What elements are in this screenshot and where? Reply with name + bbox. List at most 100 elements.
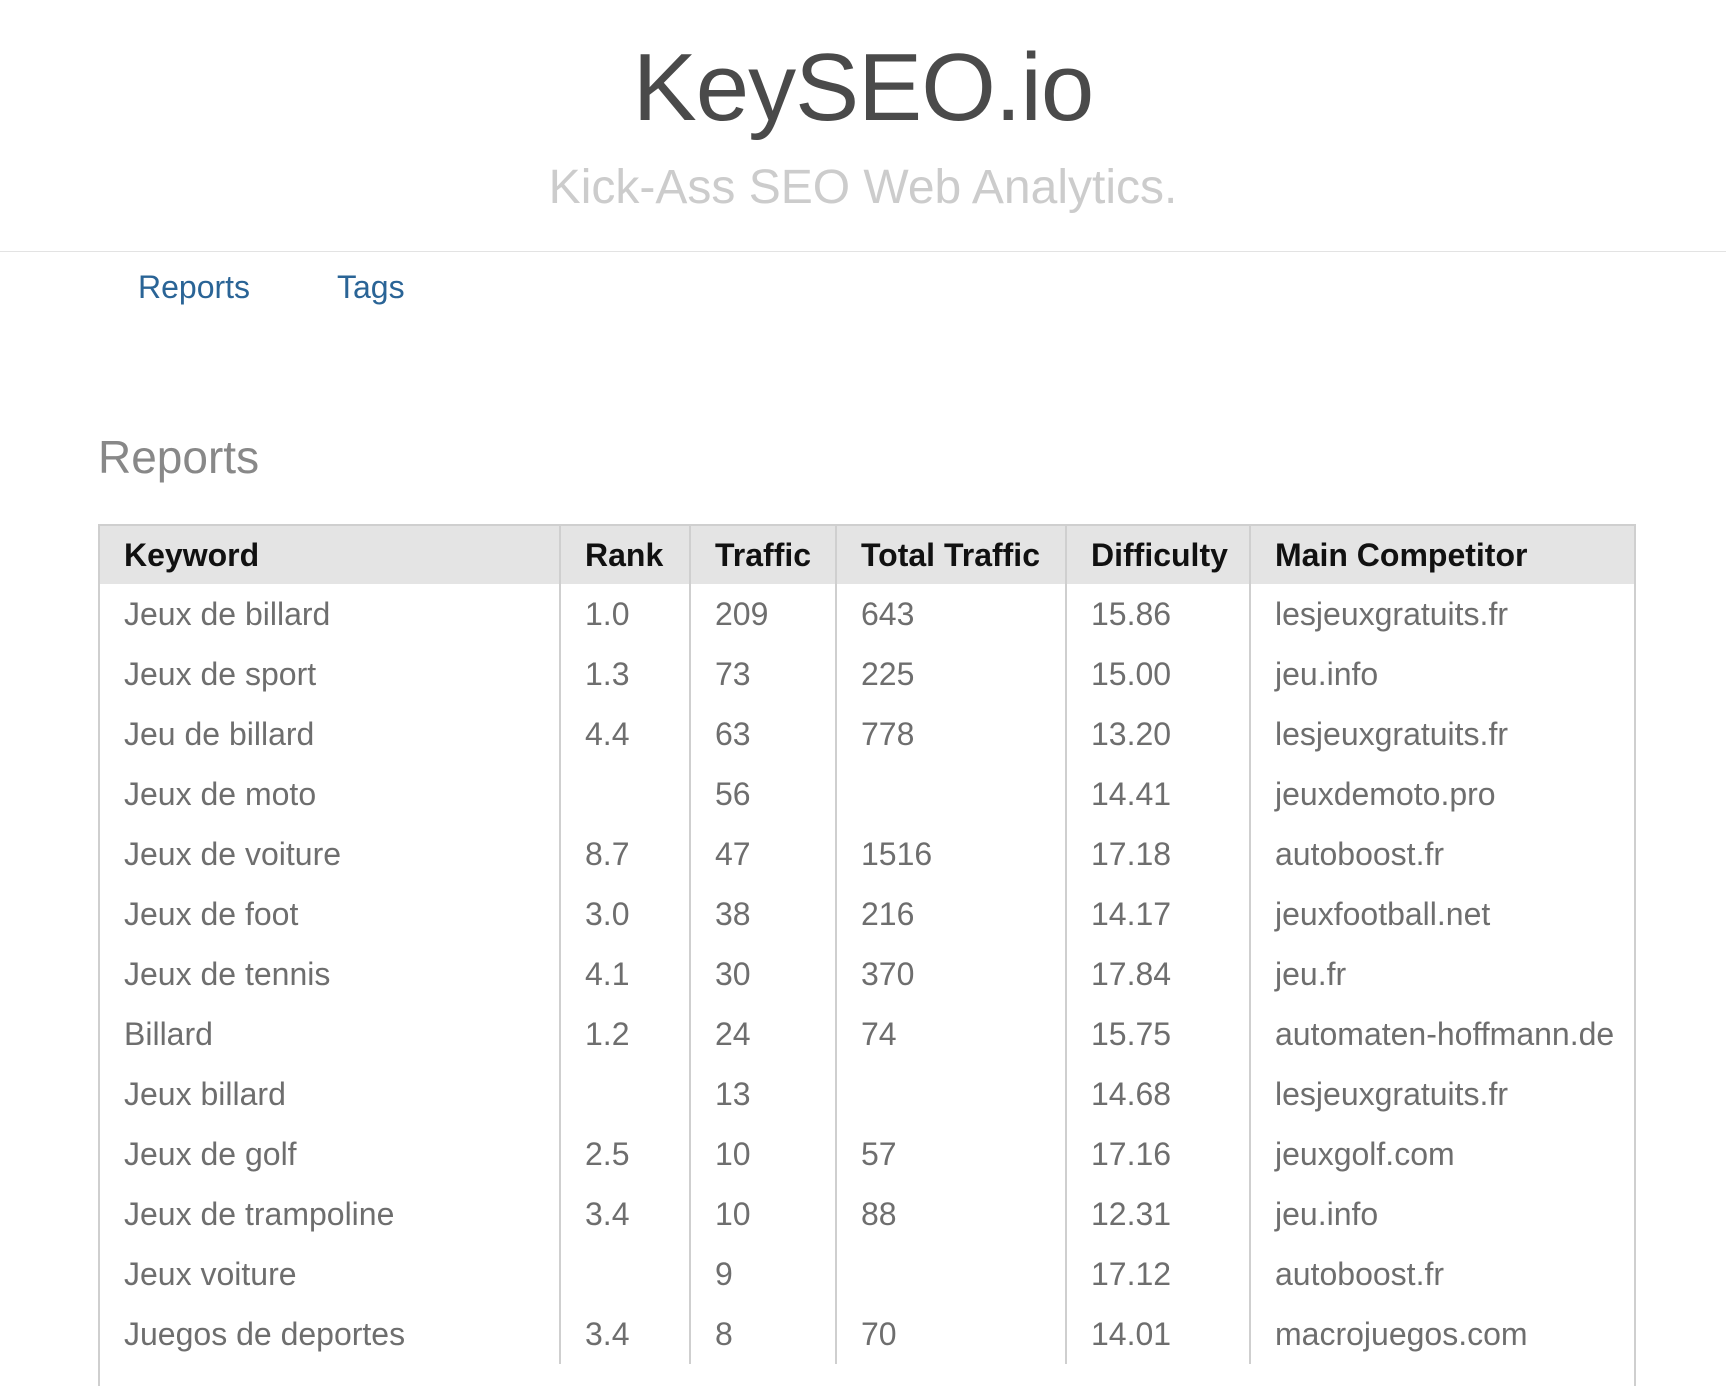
reports-table: Keyword Rank Traffic Total Traffic Diffi… xyxy=(100,526,1634,1364)
total-traffic-cell: 57 xyxy=(835,1124,1066,1184)
table-header-row: Keyword Rank Traffic Total Traffic Diffi… xyxy=(100,526,1634,584)
rank-cell: 3.4 xyxy=(559,1304,690,1364)
traffic-cell: 13 xyxy=(689,1064,836,1124)
competitor-cell: jeuxdemoto.pro xyxy=(1249,764,1634,824)
competitor-cell: jeu.info xyxy=(1249,644,1634,704)
competitor-cell: autoboost.fr xyxy=(1249,1244,1634,1304)
total-traffic-cell xyxy=(835,764,1066,824)
table-row[interactable]: Jeux de golf 2.5 10 57 17.16 jeuxgolf.com xyxy=(100,1124,1634,1184)
keyword-cell: Jeux de sport xyxy=(124,655,317,692)
page-title: Reports xyxy=(98,431,260,483)
keyword-cell: Jeux de trampoline xyxy=(124,1195,395,1232)
rank-cell: 4.4 xyxy=(559,704,690,764)
traffic-cell: 9 xyxy=(689,1244,836,1304)
difficulty-cell: 15.00 xyxy=(1065,644,1250,704)
nav-link-tags[interactable]: Tags xyxy=(337,262,405,312)
column-header-main-competitor[interactable]: Main Competitor xyxy=(1249,526,1634,584)
keyword-cell: Jeux de billard xyxy=(124,595,331,632)
rank-cell: 1.0 xyxy=(559,584,690,644)
total-traffic-cell: 778 xyxy=(835,704,1066,764)
total-traffic-cell: 74 xyxy=(835,1004,1066,1064)
traffic-cell: 10 xyxy=(689,1124,836,1184)
rank-cell: 3.0 xyxy=(559,884,690,944)
keyword-cell: Billard xyxy=(124,1015,213,1052)
table-body: Jeux de billard 1.0 209 643 15.86 lesjeuxgrat… xyxy=(100,584,1634,1364)
column-header-traffic[interactable]: Traffic xyxy=(689,526,836,584)
total-traffic-cell: 70 xyxy=(835,1304,1066,1364)
rank-cell: 8.7 xyxy=(559,824,690,884)
competitor-cell: automaten-hoffmann.de xyxy=(1249,1004,1634,1064)
table-row[interactable]: Jeux de trampoline 3.4 10 88 12.31 jeu.info xyxy=(100,1184,1634,1244)
keyword-cell: Jeux voiture xyxy=(124,1255,297,1292)
reports-table-container: Keyword Rank Traffic Total Traffic Diffi… xyxy=(98,524,1636,1386)
keyword-cell: Jeux de golf xyxy=(124,1135,297,1172)
traffic-cell: 30 xyxy=(689,944,836,1004)
competitor-cell: lesjeuxgratuits.fr xyxy=(1249,584,1634,644)
traffic-cell: 56 xyxy=(689,764,836,824)
rank-cell: 3.4 xyxy=(559,1184,690,1244)
difficulty-cell: 14.17 xyxy=(1065,884,1250,944)
table-row[interactable]: Jeux billard 13 14.68 lesjeuxgratuits.fr xyxy=(100,1064,1634,1124)
table-row[interactable]: Jeux de moto 56 14.41 jeuxdemoto.pro xyxy=(100,764,1634,824)
column-header-total-traffic[interactable]: Total Traffic xyxy=(835,526,1066,584)
table-row[interactable]: Jeux de tennis 4.1 30 370 17.84 jeu.fr xyxy=(100,944,1634,1004)
competitor-cell: lesjeuxgratuits.fr xyxy=(1249,1064,1634,1124)
table-row[interactable]: Jeux de billard 1.0 209 643 15.86 lesjeuxgrat… xyxy=(100,584,1634,644)
table-row[interactable]: Billard 1.2 24 74 15.75 automaten-hoffmann.de xyxy=(100,1004,1634,1064)
difficulty-cell: 13.20 xyxy=(1065,704,1250,764)
competitor-cell: jeuxfootball.net xyxy=(1249,884,1634,944)
table-row[interactable]: Jeux de foot 3.0 38 216 14.17 jeuxfootball.ne… xyxy=(100,884,1634,944)
table-row[interactable]: Juegos de deportes 3.4 8 70 14.01 macrojuegos… xyxy=(100,1304,1634,1364)
difficulty-cell: 15.75 xyxy=(1065,1004,1250,1064)
traffic-cell: 38 xyxy=(689,884,836,944)
competitor-cell: autoboost.fr xyxy=(1249,824,1634,884)
site-title: KeySEO.io xyxy=(632,34,1095,141)
difficulty-cell: 14.68 xyxy=(1065,1064,1250,1124)
traffic-cell: 73 xyxy=(689,644,836,704)
keyword-cell: Jeux de tennis xyxy=(124,955,331,992)
total-traffic-cell: 643 xyxy=(835,584,1066,644)
table-row[interactable]: Jeux de sport 1.3 73 225 15.00 jeu.info xyxy=(100,644,1634,704)
column-header-keyword[interactable]: Keyword xyxy=(100,526,560,584)
keyword-cell: Juegos de deportes xyxy=(124,1315,406,1352)
total-traffic-cell: 88 xyxy=(835,1184,1066,1244)
traffic-cell: 10 xyxy=(689,1184,836,1244)
traffic-cell: 209 xyxy=(689,584,836,644)
column-header-difficulty[interactable]: Difficulty xyxy=(1065,526,1250,584)
keyword-cell: Jeu de billard xyxy=(124,715,315,752)
total-traffic-cell: 225 xyxy=(835,644,1066,704)
traffic-cell: 24 xyxy=(689,1004,836,1064)
keyword-cell: Jeux de moto xyxy=(124,775,317,812)
rank-cell xyxy=(559,764,690,824)
competitor-cell: macrojuegos.com xyxy=(1249,1304,1634,1364)
rank-cell xyxy=(559,1064,690,1124)
difficulty-cell: 17.18 xyxy=(1065,824,1250,884)
competitor-cell: jeu.fr xyxy=(1249,944,1634,1004)
nav-link-reports[interactable]: Reports xyxy=(138,262,250,312)
rank-cell: 2.5 xyxy=(559,1124,690,1184)
column-header-rank[interactable]: Rank xyxy=(559,526,690,584)
difficulty-cell: 17.12 xyxy=(1065,1244,1250,1304)
competitor-cell: jeu.info xyxy=(1249,1184,1634,1244)
total-traffic-cell xyxy=(835,1064,1066,1124)
total-traffic-cell: 1516 xyxy=(835,824,1066,884)
traffic-cell: 8 xyxy=(689,1304,836,1364)
traffic-cell: 63 xyxy=(689,704,836,764)
keyword-cell: Jeux billard xyxy=(124,1075,286,1112)
total-traffic-cell: 370 xyxy=(835,944,1066,1004)
difficulty-cell: 12.31 xyxy=(1065,1184,1250,1244)
total-traffic-cell xyxy=(835,1244,1066,1304)
difficulty-cell: 17.84 xyxy=(1065,944,1250,1004)
rank-cell xyxy=(559,1244,690,1304)
difficulty-cell: 14.41 xyxy=(1065,764,1250,824)
table-row[interactable]: Jeux voiture 9 17.12 autoboost.fr xyxy=(100,1244,1634,1304)
difficulty-cell: 15.86 xyxy=(1065,584,1250,644)
rank-cell: 1.3 xyxy=(559,644,690,704)
traffic-cell: 47 xyxy=(689,824,836,884)
rank-cell: 1.2 xyxy=(559,1004,690,1064)
site-header: KeySEO.io Kick-Ass SEO Web Analytics. xyxy=(0,0,1726,252)
keyword-cell: Jeux de foot xyxy=(124,895,299,932)
difficulty-cell: 17.16 xyxy=(1065,1124,1250,1184)
table-row[interactable]: Jeux de voiture 8.7 47 1516 17.18 autoboost.f… xyxy=(100,824,1634,884)
table-row[interactable]: Jeu de billard 4.4 63 778 13.20 lesjeuxgratui… xyxy=(100,704,1634,764)
